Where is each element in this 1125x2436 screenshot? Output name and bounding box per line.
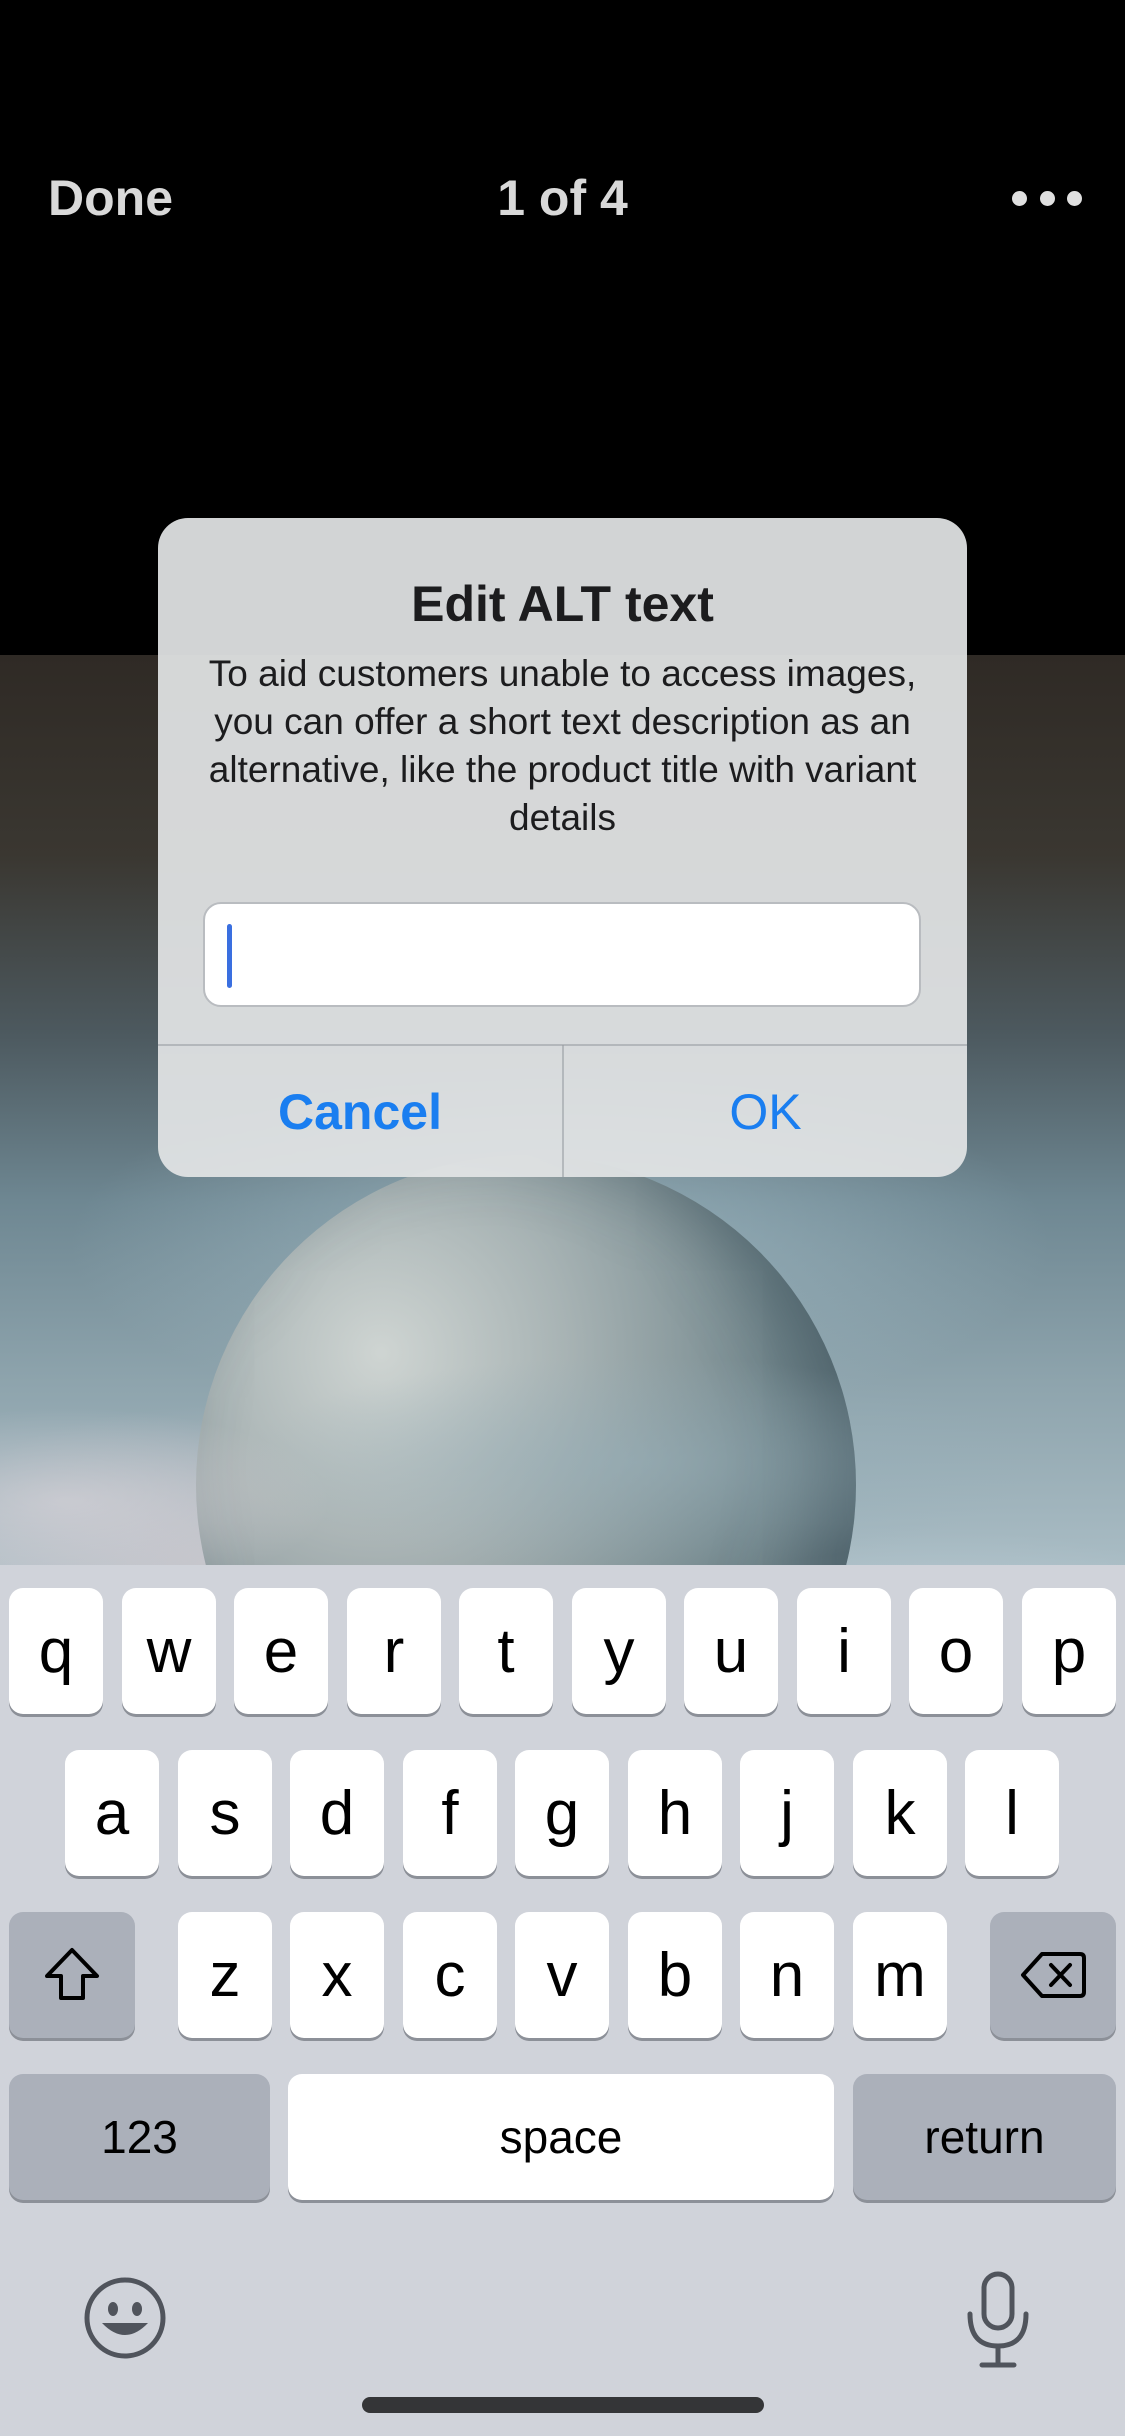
return-key[interactable]: return (853, 2074, 1116, 2200)
key-g[interactable]: g (515, 1750, 609, 1876)
delete-key[interactable] (990, 1912, 1116, 2038)
key-t[interactable]: t (459, 1588, 553, 1714)
key-p[interactable]: p (1022, 1588, 1116, 1714)
page-counter-text: 1 of 4 (497, 170, 628, 226)
cancel-button[interactable]: Cancel (158, 1046, 562, 1177)
key-f[interactable]: f (403, 1750, 497, 1876)
shift-key[interactable] (9, 1912, 135, 2038)
key-j[interactable]: j (740, 1750, 834, 1876)
mist-overlay (0, 1235, 1125, 1565)
key-x[interactable]: x (290, 1912, 384, 2038)
text-caret (227, 924, 232, 988)
home-indicator[interactable] (362, 2397, 764, 2413)
dialog-title: Edit ALT text (411, 576, 714, 632)
key-k[interactable]: k (853, 1750, 947, 1876)
key-q[interactable]: q (9, 1588, 103, 1714)
backspace-icon (1021, 1952, 1086, 1998)
key-c[interactable]: c (403, 1912, 497, 2038)
key-w[interactable]: w (122, 1588, 216, 1714)
microphone-icon[interactable] (962, 2270, 1034, 2370)
done-button[interactable]: Done (48, 168, 173, 228)
space-key[interactable]: space (288, 2074, 834, 2200)
alt-text-input[interactable] (205, 904, 919, 1005)
key-m[interactable]: m (853, 1912, 947, 2038)
key-y[interactable]: y (572, 1588, 666, 1714)
alt-text-field-container (203, 902, 921, 1007)
key-a[interactable]: a (65, 1750, 159, 1876)
key-u[interactable]: u (684, 1588, 778, 1714)
key-o[interactable]: o (909, 1588, 1003, 1714)
keyboard: q w e r t y u i o p a s d f g h j k l z … (0, 1565, 1125, 2436)
key-r[interactable]: r (347, 1588, 441, 1714)
key-v[interactable]: v (515, 1912, 609, 2038)
key-n[interactable]: n (740, 1912, 834, 2038)
key-e[interactable]: e (234, 1588, 328, 1714)
key-z[interactable]: z (178, 1912, 272, 2038)
dialog-message: To aid customers unable to access images… (208, 653, 917, 838)
key-s[interactable]: s (178, 1750, 272, 1876)
key-h[interactable]: h (628, 1750, 722, 1876)
key-l[interactable]: l (965, 1750, 1059, 1876)
emoji-icon[interactable] (82, 2275, 168, 2361)
more-options-icon[interactable] (1012, 176, 1082, 220)
numbers-key[interactable]: 123 (9, 2074, 270, 2200)
edit-alt-text-dialog: Edit ALT text To aid customers unable to… (158, 518, 967, 1177)
key-d[interactable]: d (290, 1750, 384, 1876)
shift-icon (45, 1948, 99, 2000)
key-i[interactable]: i (797, 1588, 891, 1714)
ok-button[interactable]: OK (564, 1046, 967, 1177)
key-b[interactable]: b (628, 1912, 722, 2038)
